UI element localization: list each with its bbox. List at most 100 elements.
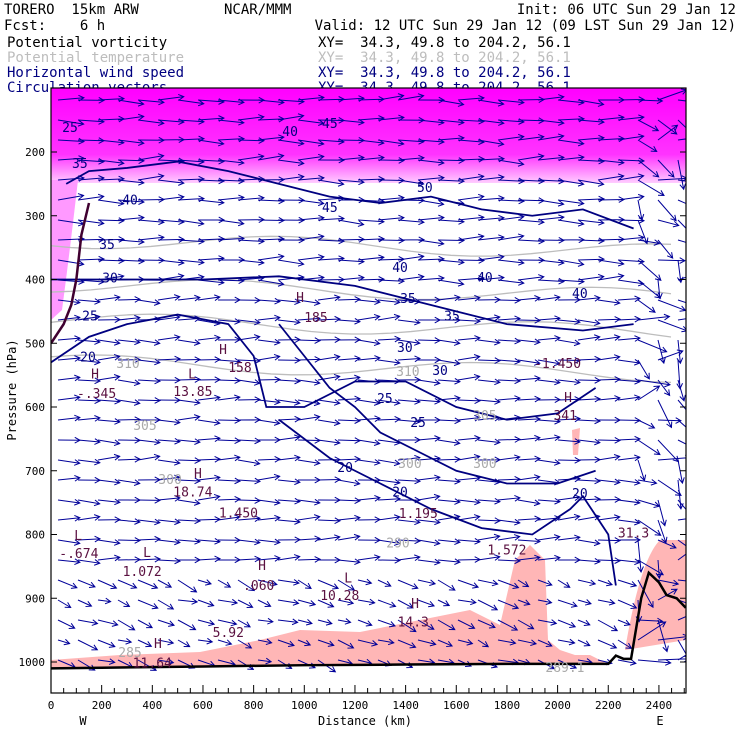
wind-vector (77, 298, 101, 305)
wind-vector (197, 435, 221, 442)
wind-vector (357, 313, 381, 321)
wind-vector (397, 253, 425, 261)
wind-vector (137, 339, 161, 346)
wind-vector (397, 477, 422, 485)
wind-vector (117, 579, 138, 589)
wind-vector (477, 517, 502, 524)
wind-speed-label: 40 (122, 193, 138, 208)
wind-vector (537, 277, 565, 285)
wind-vector (217, 219, 245, 227)
wind-vector (437, 279, 465, 287)
wind-vector (237, 477, 261, 485)
wind-vector (77, 639, 99, 651)
wind-vector (297, 579, 312, 589)
wind-vector (657, 399, 673, 429)
wind-vector (57, 638, 71, 646)
wind-vector (237, 258, 265, 266)
wind-vector (117, 599, 131, 607)
wind-vector (277, 497, 301, 505)
wind-vector (417, 558, 441, 566)
wind-vector (177, 399, 201, 406)
wind-vector (497, 436, 522, 443)
wind-vector (617, 435, 642, 443)
wind-vector (57, 579, 78, 589)
wind-vector (457, 317, 482, 325)
wind-vector (277, 356, 302, 364)
wind-vector (677, 239, 686, 243)
wind-vector (517, 295, 541, 302)
wind-vector (617, 659, 637, 666)
pv-label: 158 (228, 361, 251, 376)
wind-vector (677, 499, 686, 511)
wind-vector (437, 439, 461, 446)
wind-vector (337, 514, 361, 522)
wind-vector (297, 337, 322, 344)
wind-vector (297, 619, 313, 626)
wind-vector (477, 579, 499, 587)
wind-vector (537, 199, 565, 207)
wind-vector (277, 579, 300, 586)
wind-vector (637, 419, 656, 429)
pv-label: H (258, 559, 266, 574)
wind-vector (77, 255, 106, 263)
wind-vector (517, 515, 541, 523)
wind-vector (597, 514, 621, 521)
wind-vector (197, 376, 222, 384)
wind-vector (377, 415, 402, 423)
wind-vector (177, 457, 202, 464)
wind-vector (317, 476, 342, 483)
pv-label: -.345 (77, 387, 116, 402)
wind-vector (117, 479, 141, 486)
wind-vector (657, 319, 686, 333)
wind-vector (277, 536, 302, 544)
pv-label: H (194, 467, 202, 482)
wind-vector (157, 579, 173, 588)
wind-vector (357, 298, 381, 305)
wind-speed-label: 25 (377, 392, 393, 407)
wind-vector (457, 233, 485, 241)
pv-label: L (188, 367, 196, 382)
wind-vector (197, 419, 221, 426)
wind-vector (137, 518, 161, 526)
wind-vector (537, 396, 562, 404)
wind-vector (277, 377, 302, 385)
wind-vector (197, 334, 221, 342)
wind-vector (157, 518, 181, 526)
x-tick-label: 1000 (291, 699, 318, 712)
wind-vector (417, 579, 437, 586)
wind-vector (557, 378, 581, 386)
wind-vector (117, 296, 142, 303)
wind-vector (217, 556, 242, 564)
wind-vector (677, 459, 685, 485)
pv-label: L (74, 529, 82, 544)
wind-vector (597, 299, 621, 306)
wind-vector (657, 499, 667, 527)
wind-vector (157, 599, 175, 610)
wind-vector (337, 533, 361, 541)
pv-label: 10.28 (320, 589, 359, 604)
wind-vector (277, 554, 301, 561)
wind-vector (217, 417, 242, 424)
y-tick-label: 400 (25, 274, 45, 287)
wind-speed-label: 35 (444, 309, 460, 324)
wind-vector (177, 538, 201, 545)
wind-vector (617, 315, 642, 323)
wind-vector (497, 297, 522, 304)
wind-vector (97, 453, 121, 461)
wind-vector (497, 279, 525, 286)
wind-vector (197, 555, 222, 563)
wind-vector (117, 436, 142, 444)
wind-vector (537, 434, 561, 442)
wind-vector (297, 199, 325, 207)
wind-vector (317, 419, 341, 426)
wind-vector (417, 493, 441, 501)
wind-vector (297, 459, 321, 466)
theta-label: 310 (396, 365, 419, 380)
wind-vector (97, 539, 121, 546)
wind-vector (617, 479, 641, 486)
wind-vector (177, 598, 199, 605)
wind-vector (157, 557, 182, 565)
pv-label: H (411, 597, 419, 612)
pv-label: H (296, 291, 304, 306)
wind-vector (477, 398, 501, 405)
